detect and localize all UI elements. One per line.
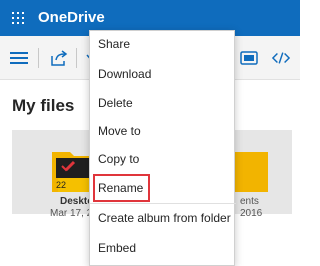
tile-date: 2016: [240, 208, 263, 219]
menu-item-copy-to[interactable]: Copy to: [90, 146, 236, 172]
app-title[interactable]: OneDrive: [38, 9, 105, 26]
page-title: My files: [12, 96, 75, 115]
tile-name: ents: [240, 196, 259, 207]
menu-item-embed[interactable]: Embed: [90, 235, 236, 261]
folder-icon: [234, 152, 268, 192]
tile-date: Mar 17, 2: [50, 208, 93, 219]
context-menu: Share Download Delete Move to Copy to Re…: [89, 30, 236, 266]
command-divider: [38, 48, 39, 68]
embed-icon[interactable]: [272, 49, 290, 67]
menu-item-create-album[interactable]: Create album from folder: [90, 205, 236, 231]
menu-item-share[interactable]: Share: [90, 31, 236, 57]
menu-item-delete[interactable]: Delete: [90, 90, 236, 116]
view-icon[interactable]: [240, 49, 258, 67]
waffle-icon[interactable]: [12, 12, 24, 24]
command-divider: [76, 48, 77, 68]
menu-item-move-to[interactable]: Move to: [90, 118, 236, 144]
menu-separator: [90, 203, 236, 204]
share-icon[interactable]: [50, 49, 68, 67]
menu-item-download[interactable]: Download: [90, 61, 236, 87]
hamburger-icon[interactable]: [10, 49, 28, 67]
item-count-badge: 22: [56, 180, 67, 190]
menu-item-rename[interactable]: Rename: [93, 174, 150, 202]
folder-tile[interactable]: ents 2016: [230, 130, 292, 219]
